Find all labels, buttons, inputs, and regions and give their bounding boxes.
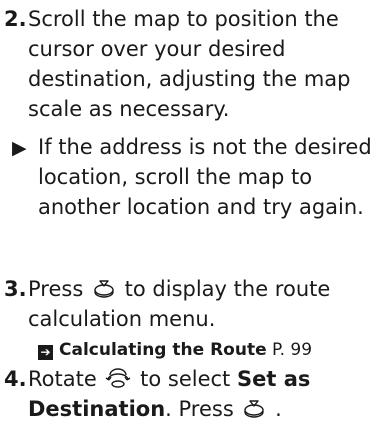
menu-item-name: Set as (236, 367, 311, 391)
step-text-fragment: to display the route (124, 277, 331, 301)
step-number: 3. (4, 277, 27, 301)
step-line: destination, adjusting the map (28, 67, 351, 91)
step-line: scale as necessary. (28, 97, 230, 121)
step-line: Press to display the route (28, 274, 380, 304)
step-text: Scroll the map to position the cursor ov… (28, 4, 380, 124)
step-text-fragment: Rotate (28, 367, 97, 391)
enter-button-icon (244, 400, 265, 418)
cross-reference[interactable]: ➔ Calculating the Route P. 99 (38, 338, 312, 362)
note-line: location, scroll the map to (38, 165, 313, 189)
step-text-fragment: Press (28, 277, 84, 301)
enter-button-icon (94, 280, 114, 298)
manual-page: 2. Scroll the map to position the cursor… (0, 0, 384, 428)
step-text: Rotate to select Set as Destination. Pre… (28, 364, 380, 424)
step-text-fragment: . Press (165, 397, 234, 421)
step-number: 2. (4, 7, 27, 31)
step-line: Destination. Press . (28, 397, 282, 421)
reference-arrow-icon: ➔ (38, 345, 53, 360)
step-line: calculation menu. (28, 307, 216, 331)
step-line: Rotate to select Set as (28, 364, 380, 394)
step-text: Press to display the route calculation m… (28, 274, 380, 334)
step-line: cursor over your desired (28, 37, 286, 61)
reference-page: P. 99 (272, 340, 313, 360)
step-line: Scroll the map to position the (28, 7, 339, 31)
note-line: another location and try again. (38, 195, 364, 219)
reference-title: Calculating the Route (59, 340, 267, 360)
step-note: ▶ If the address is not the desired loca… (12, 132, 380, 222)
note-line: If the address is not the desired (38, 135, 372, 159)
step-text-fragment: to select (140, 367, 231, 391)
triangle-bullet-icon: ▶ (12, 137, 27, 159)
menu-item-name: Destination (28, 397, 166, 421)
interface-dial-icon (106, 368, 131, 388)
step-number: 4. (4, 367, 27, 391)
